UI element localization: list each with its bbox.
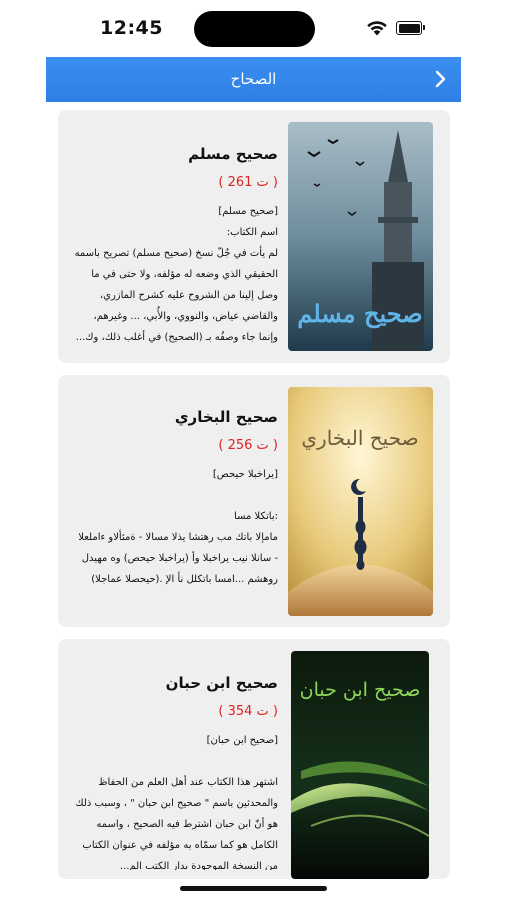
dynamic-island (194, 11, 315, 47)
book-excerpt: [صحيح ابن حبان] اشتهر هذا الكتاب عند أهل… (75, 735, 278, 870)
book-excerpt: [صحيح مسلم] اسم الكتاب: لم يأت في جُلّ ن… (74, 206, 278, 343)
book-excerpt: [ي‍راخبلا حيحص] :باتكلا مسا مامإلا باتك … (78, 469, 278, 585)
book-list: صحيح مسلم صحيح مسلم ( ت 261 ) [صحيح مسلم… (58, 110, 450, 891)
book-death-year: ( ت 354 ) (218, 704, 278, 719)
book-card-sahih-ibn-hibban[interactable]: صحيح ابن حبان صحيح ابن حبان ( ت 354 ) [ص… (58, 639, 450, 879)
book-cover-title: صحيح ابن حبان (300, 679, 421, 701)
book-cover-title: صحيح البخاري (301, 426, 418, 450)
book-title: صحيح البخاري (174, 408, 278, 426)
book-cover-image: صحيح مسلم (288, 122, 433, 351)
book-title: صحيح مسلم (188, 145, 278, 163)
status-bar: 12:45 (0, 0, 507, 56)
battery-icon (396, 21, 425, 35)
book-cover-image: صحيح ابن حبان (291, 651, 429, 879)
back-chevron-icon[interactable] (429, 67, 453, 91)
book-title: صحيح ابن حبان (165, 674, 278, 692)
status-time: 12:45 (100, 17, 163, 39)
book-cover-title: صحيح مسلم (297, 299, 422, 329)
book-card-sahih-bukhari[interactable]: صحيح البخاري صحيح البخاري ( ت 256 ) [ي‍ر… (58, 375, 450, 627)
book-cover-image: صحيح البخاري (288, 387, 433, 616)
book-card-sahih-muslim[interactable]: صحيح مسلم صحيح مسلم ( ت 261 ) [صحيح مسلم… (58, 110, 450, 363)
book-death-year: ( ت 256 ) (218, 438, 278, 453)
page-title: الصحاح (230, 70, 277, 88)
navigation-bar: الصحاح (46, 57, 461, 102)
wifi-icon (367, 21, 387, 36)
home-indicator[interactable] (180, 886, 327, 891)
book-death-year: ( ت 261 ) (218, 175, 278, 190)
